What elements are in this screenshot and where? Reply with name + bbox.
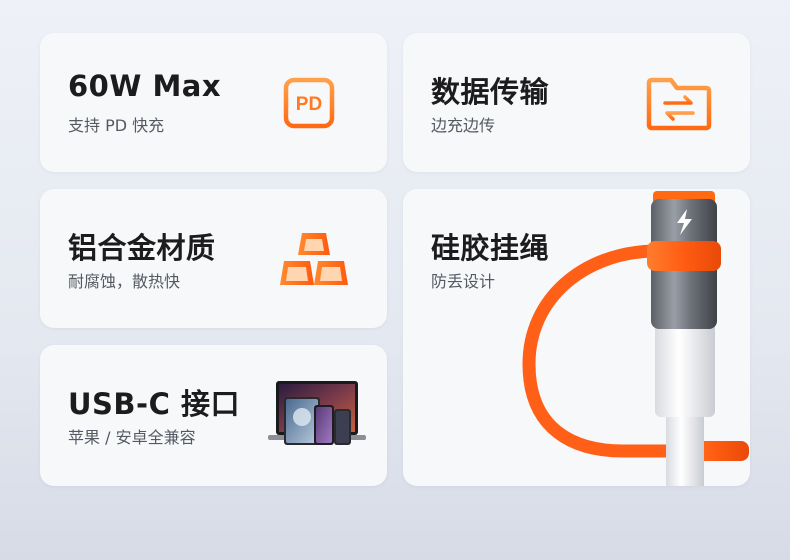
folder-transfer-icon	[646, 77, 712, 131]
feature-card-aluminum: 铝合金材质 耐腐蚀，散热快	[40, 189, 387, 328]
card-subtitle: 支持 PD 快充	[68, 116, 165, 135]
card-title: 60W Max	[68, 69, 222, 103]
card-subtitle: 边充边传	[431, 116, 496, 135]
aluminum-blocks-icon	[280, 233, 348, 285]
pd-chip-icon: PD	[274, 68, 344, 138]
feature-card-usbc: USB-C 接口 苹果 / 安卓全兼容	[40, 345, 387, 486]
card-title: 数据传输	[431, 75, 550, 109]
feature-card-data: 数据传输 边充边传	[403, 33, 750, 172]
devices-image	[268, 381, 366, 445]
cable-adapter-image	[522, 191, 749, 486]
card-subtitle: 防丢设计	[431, 272, 496, 291]
feature-card-lanyard: 硅胶挂绳 防丢设计	[403, 189, 750, 486]
card-title: 铝合金材质	[68, 231, 216, 265]
pd-chip-label: PD	[296, 94, 322, 115]
card-subtitle: 耐腐蚀，散热快	[68, 272, 181, 291]
card-title: USB-C 接口	[68, 387, 240, 421]
card-subtitle: 苹果 / 安卓全兼容	[68, 428, 196, 447]
feature-card-pd: 60W Max 支持 PD 快充 PD	[40, 33, 387, 172]
